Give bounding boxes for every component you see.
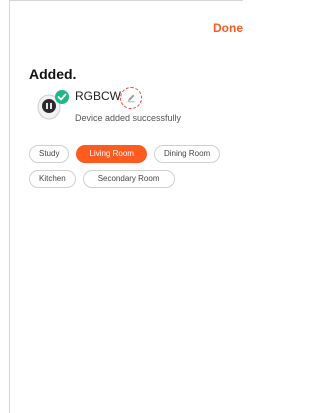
room-chip-kitchen[interactable]: Kitchen <box>29 170 76 188</box>
device-status: Device added successfully <box>75 113 182 123</box>
room-selector: Study Living Room Dining Room Kitchen Se… <box>29 145 234 188</box>
room-chip-study[interactable]: Study <box>29 145 70 163</box>
check-circle-icon <box>55 90 69 104</box>
room-chip-dining-room[interactable]: Dining Room <box>153 145 221 163</box>
edit-name-button[interactable] <box>120 87 142 109</box>
device-card: RGBCW Device added successfully <box>35 83 225 125</box>
room-chip-secondary-room[interactable]: Secondary Room <box>82 170 175 188</box>
pencil-icon <box>127 94 135 103</box>
room-chip-living-room[interactable]: Living Room <box>76 145 147 163</box>
device-name: RGBCW <box>75 89 121 103</box>
page-title: Added. <box>29 66 77 82</box>
app-frame: Done <box>9 0 243 413</box>
done-button[interactable]: Done <box>213 21 243 35</box>
smart-plug-icon <box>35 86 71 122</box>
